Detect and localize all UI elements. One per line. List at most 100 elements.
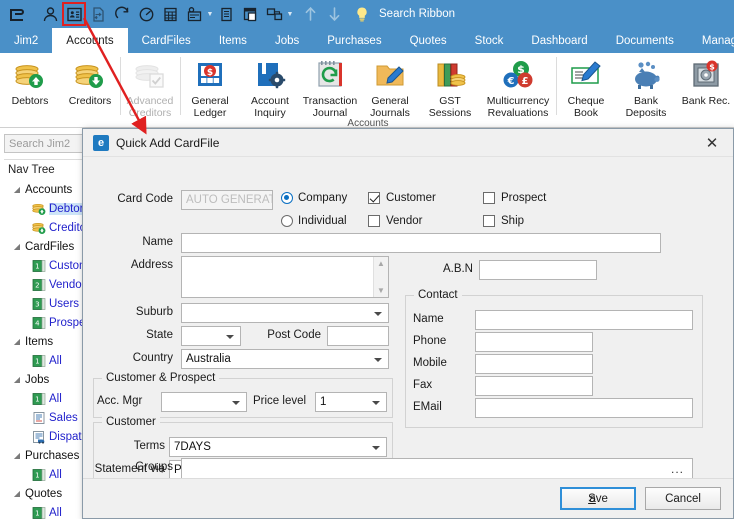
ribbon-label: Cheque Book (555, 95, 617, 119)
ribbon-button-transaction-journal[interactable]: Transaction Journal (300, 53, 360, 119)
nav-item-prospects[interactable]: 4 Prospects (4, 313, 94, 332)
radio-individual[interactable]: Individual (281, 215, 347, 227)
expander-icon[interactable]: ◢ (12, 337, 22, 347)
timesheet-icon[interactable] (183, 3, 205, 25)
card-code-input[interactable]: AUTO GENERATE (181, 190, 273, 210)
ribbon-button-general-ledger[interactable]: $ General Ledger (180, 53, 240, 119)
ribbon-button-debtors[interactable]: Debtors (0, 53, 60, 107)
refresh-icon[interactable] (111, 3, 133, 25)
lightbulb-icon[interactable] (351, 3, 373, 25)
nav-group-items[interactable]: ◢ Items (4, 332, 94, 351)
tab-purchases[interactable]: Purchases (313, 28, 395, 53)
tab-quotes[interactable]: Quotes (396, 28, 461, 53)
tab-accounts[interactable]: Accounts (52, 28, 127, 53)
tab-jim2[interactable]: Jim2 (0, 28, 52, 53)
nav-group-jobs[interactable]: ◢ Jobs (4, 370, 94, 389)
arrow-up-icon[interactable] (299, 3, 321, 25)
contact-email-input[interactable] (475, 398, 693, 418)
scroll-up-icon[interactable]: ▲ (377, 259, 385, 268)
timesheet-dropdown-caret-icon[interactable]: ▼ (206, 3, 214, 25)
state-combo[interactable] (181, 326, 241, 346)
checkbox-vendor[interactable]: Vendor (368, 215, 422, 227)
terms-combo[interactable]: 7DAYS (169, 437, 387, 457)
window-layout-dropdown-caret-icon[interactable]: ▼ (286, 3, 294, 25)
clipboard-icon[interactable] (215, 3, 237, 25)
copy-report-icon[interactable] (239, 3, 261, 25)
groups-ellipsis-button[interactable]: ... (671, 460, 684, 478)
expander-icon[interactable]: ◢ (12, 375, 22, 385)
checkbox-prospect[interactable]: Prospect (483, 192, 546, 204)
nav-group-purchases[interactable]: ◢ Purchases (4, 446, 94, 465)
tab-cardfiles[interactable]: CardFiles (128, 28, 205, 53)
nav-item-creditors[interactable]: Creditors (4, 218, 94, 237)
contact-phone-input[interactable] (475, 332, 593, 352)
ribbon-button-cheque-book[interactable]: Cheque Book (556, 53, 616, 119)
expander-icon[interactable]: ◢ (12, 451, 22, 461)
nav-item-quotes-all[interactable]: 1 All (4, 503, 94, 519)
nav-item-jobs-dispatch[interactable]: Dispatch (4, 427, 94, 446)
window-layout-icon[interactable] (263, 3, 285, 25)
tab-dashboard[interactable]: Dashboard (517, 28, 601, 53)
name-input[interactable] (181, 233, 661, 253)
nav-item-customers[interactable]: 1 Customers (4, 256, 94, 275)
calculator-icon[interactable] (159, 3, 181, 25)
tab-jobs[interactable]: Jobs (261, 28, 313, 53)
scroll-down-icon[interactable]: ▼ (377, 286, 385, 295)
quick-add-cardfile-dialog: e Quick Add CardFile ✕ Card Code AUTO GE… (82, 128, 734, 519)
nav-group-accounts[interactable]: ◢ Accounts (4, 180, 94, 199)
close-icon[interactable]: ✕ (697, 131, 727, 155)
dialog-title-bar[interactable]: e Quick Add CardFile ✕ (83, 129, 733, 157)
save-button[interactable]: Save (560, 487, 636, 510)
arrow-down-icon[interactable] (323, 3, 345, 25)
abn-input[interactable] (479, 260, 597, 280)
ribbon-group-accounts: $ General Ledger Account Inquiry (180, 53, 556, 127)
ribbon-button-gst-sessions[interactable]: GST Sessions (420, 53, 480, 119)
nav-group-cardfiles[interactable]: ◢ CardFiles (4, 237, 94, 256)
tab-stock[interactable]: Stock (461, 28, 518, 53)
country-combo[interactable]: Australia (181, 349, 389, 369)
ribbon-label: Multicurrency Revaluations (479, 95, 557, 119)
nav-item-items-all[interactable]: 1 All (4, 351, 94, 370)
ribbon-button-multicurrency-revaluations[interactable]: $ € £ Multicurrency Revaluations (480, 53, 556, 119)
state-label: State (93, 329, 173, 341)
ribbon-button-account-inquiry[interactable]: Account Inquiry (240, 53, 300, 119)
nav-item-jobs-sales[interactable]: Sales (4, 408, 94, 427)
groups-input[interactable] (181, 458, 693, 479)
price-level-combo[interactable]: 1 (315, 392, 387, 412)
nav-item-purchases-all[interactable]: 1 All (4, 465, 94, 484)
suburb-combo[interactable] (181, 303, 389, 323)
expander-icon[interactable]: ◢ (12, 185, 22, 195)
search-ribbon-label[interactable]: Search Ribbon (379, 8, 455, 20)
contacts-person-icon[interactable] (39, 3, 61, 25)
nav-item-debtors[interactable]: Debtors (4, 199, 94, 218)
address-scrollbar[interactable]: ▲ ▼ (373, 257, 388, 297)
expander-icon[interactable]: ◢ (12, 489, 22, 499)
nav-item-jobs-all[interactable]: 1 All (4, 389, 94, 408)
post-code-input[interactable] (327, 326, 389, 346)
ribbon-button-bank-rec[interactable]: $ Bank Rec. (676, 53, 734, 107)
contact-fax-input[interactable] (475, 376, 593, 396)
nav-group-quotes[interactable]: ◢ Quotes (4, 484, 94, 503)
contact-name-input[interactable] (475, 310, 693, 330)
contact-mobile-input[interactable] (475, 354, 593, 374)
ribbon-button-general-journals[interactable]: General Journals (360, 53, 420, 119)
history-clock-icon[interactable] (135, 3, 157, 25)
ribbon-button-bank-deposits[interactable]: Bank Deposits (616, 53, 676, 119)
expander-icon[interactable]: ◢ (12, 242, 22, 252)
transfer-document-icon[interactable] (87, 3, 109, 25)
cardfile-icon[interactable] (63, 3, 85, 25)
nav-search-input[interactable]: Search Jim2 (4, 134, 90, 153)
ribbon-button-advanced-creditors[interactable]: Advanced Creditors (120, 53, 180, 119)
nav-item-users[interactable]: 3 Users (4, 294, 94, 313)
checkbox-ship[interactable]: Ship (483, 215, 524, 227)
acc-mgr-combo[interactable] (161, 392, 247, 412)
cancel-button[interactable]: Cancel (645, 487, 721, 510)
ribbon-button-creditors[interactable]: Creditors (60, 53, 120, 107)
address-input[interactable]: ▲ ▼ (181, 256, 389, 298)
tab-items[interactable]: Items (205, 28, 261, 53)
radio-company[interactable]: Company (281, 192, 347, 204)
nav-item-vendors[interactable]: 2 Vendors (4, 275, 94, 294)
tab-management[interactable]: Management (688, 28, 734, 53)
tab-documents[interactable]: Documents (602, 28, 688, 53)
checkbox-customer[interactable]: Customer (368, 192, 436, 204)
